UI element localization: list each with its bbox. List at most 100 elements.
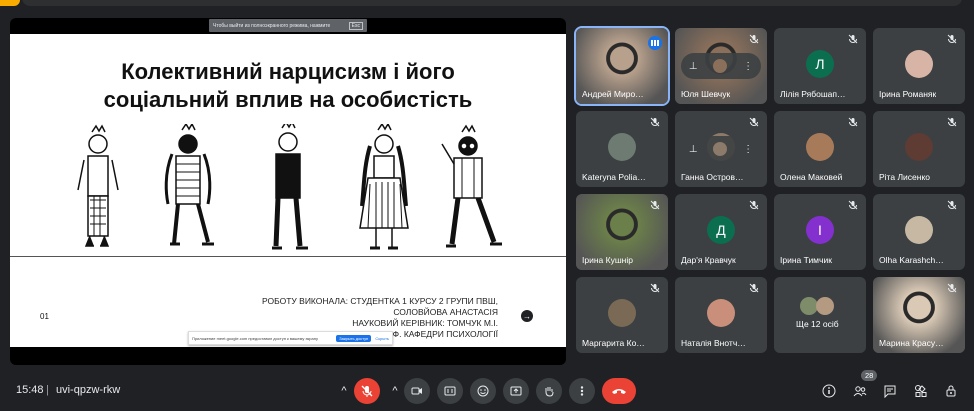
credits-line-2: СОЛОВЙОВА АНАСТАСІЯ (393, 307, 498, 317)
avatar: І (806, 216, 834, 244)
tile-more-icon[interactable]: ⋮ (743, 144, 753, 155)
meeting-info-button[interactable] (819, 381, 839, 401)
muted-mic-icon (650, 283, 662, 295)
audio-options-chevron-icon[interactable]: ^ (340, 378, 348, 404)
participant-tile[interactable]: Марина Красу… (873, 277, 965, 353)
participant-name: Рiта Лисенко (879, 172, 930, 182)
raise-hand-button[interactable] (536, 378, 562, 404)
mic-off-icon (361, 385, 373, 397)
tile-avatar-mini-icon (713, 142, 728, 156)
avatar (905, 50, 933, 78)
slide-next-arrow-icon[interactable]: → (521, 310, 533, 322)
chat-icon (884, 385, 896, 398)
tile-hover-controls[interactable]: ⊥ ⋮ (681, 53, 761, 79)
figure-5 (441, 124, 502, 248)
participant-tile[interactable]: Л Лілія Рябошап… (774, 28, 866, 104)
avatar (707, 299, 735, 327)
participant-tile[interactable]: І Ірина Тимчик (774, 194, 866, 270)
participant-name: Марина Красу… (879, 338, 944, 348)
screen-share-banner: Приложение meet.google.com предоставил д… (188, 331, 393, 345)
tile-hover-controls[interactable]: ⊥ ⋮ (681, 136, 761, 162)
credits-line-1: РОБОТУ ВИКОНАЛА: СТУДЕНТКА 1 КУРСУ 2 ГРУ… (262, 296, 498, 306)
speaking-indicator-icon (648, 36, 662, 50)
muted-mic-icon (947, 283, 959, 295)
figure-3 (272, 124, 308, 250)
participant-tile[interactable]: Ще 12 осіб (774, 277, 866, 353)
clock-separator: | (46, 384, 49, 396)
participant-name: Андрей Миро… (582, 89, 644, 99)
stop-sharing-button[interactable]: Закрыть доступ (336, 334, 372, 342)
hide-banner-link[interactable]: Скрыть (375, 336, 389, 341)
people-button[interactable] (850, 381, 870, 401)
more-participants-avatars (800, 297, 840, 317)
slide-title-line-1: Колективний нарцисизм і його (121, 59, 455, 84)
participant-tile[interactable]: Наталія Внотч… (675, 277, 767, 353)
presentation-area[interactable]: Чтобы выйти из полноэкранного режима, на… (10, 18, 566, 365)
participant-tile[interactable]: Olha Karashch… (873, 194, 965, 270)
people-icon (853, 386, 867, 397)
figure-1 (77, 124, 119, 247)
screen-share-banner-text: Приложение meet.google.com предоставил д… (192, 335, 318, 341)
muted-mic-icon (947, 117, 959, 129)
info-icon (822, 384, 836, 398)
muted-mic-icon (749, 34, 761, 46)
video-options-chevron-icon[interactable]: ^ (391, 378, 399, 404)
participant-tile[interactable]: Kateryna Polia… (576, 111, 668, 187)
host-controls-button[interactable] (941, 381, 961, 401)
fullscreen-hint: Чтобы выйти из полноэкранного режима, на… (209, 19, 367, 32)
participant-name: Ганна Остров… (681, 172, 744, 182)
captions-button[interactable] (437, 378, 463, 404)
avatar (608, 299, 636, 327)
participant-tile[interactable]: Маргарита Ко… (576, 277, 668, 353)
present-icon (510, 386, 522, 396)
pin-icon[interactable]: ⊥ (689, 144, 698, 155)
participant-tile[interactable]: Олена Маковей (774, 111, 866, 187)
slide-illustration (77, 124, 502, 250)
camera-icon (411, 387, 422, 395)
muted-mic-icon (749, 283, 761, 295)
present-button[interactable] (503, 378, 529, 404)
camera-button[interactable] (404, 378, 430, 404)
participant-count-badge: 28 (861, 370, 878, 381)
pin-icon[interactable]: ⊥ (689, 61, 698, 72)
participant-tile[interactable]: Андрей Миро… (574, 26, 670, 106)
participant-tile[interactable]: Д Дар'я Кравчук (675, 194, 767, 270)
participant-tile[interactable]: Ірина Романяк (873, 28, 965, 104)
avatar: Л (806, 50, 834, 78)
bottom-toolbar: 15:48 | uvi-qpzw-rkw ^ ^ (0, 370, 974, 411)
participant-name: Ірина Романяк (879, 89, 937, 99)
participant-tile[interactable]: Рiта Лисенко (873, 111, 965, 187)
emoji-icon (477, 385, 489, 397)
end-call-icon (612, 389, 626, 394)
muted-mic-icon (848, 34, 860, 46)
participant-tile[interactable]: ⊥ ⋮ Юля Шевчук (675, 28, 767, 104)
more-options-button[interactable] (569, 378, 595, 404)
slide-title: Колективний нарцисизм і його соціальний … (10, 58, 566, 114)
figure-2 (164, 124, 214, 246)
participant-tile[interactable]: Ірина Кушнір (576, 194, 668, 270)
fullscreen-hint-text: Чтобы выйти из полноэкранного режима, на… (213, 22, 331, 29)
tile-more-icon[interactable]: ⋮ (743, 61, 753, 72)
slide-canvas: Колективний нарцисизм і його соціальний … (10, 34, 566, 347)
activities-button[interactable] (911, 381, 931, 401)
participant-name: Маргарита Ко… (582, 338, 645, 348)
chat-button[interactable] (880, 381, 900, 401)
top-bar (0, 0, 974, 8)
participant-name: Дар'я Кравчук (681, 255, 736, 265)
end-call-button[interactable] (602, 378, 636, 404)
meeting-clock: 15:48 (16, 384, 44, 396)
participant-name: Ще 12 осіб (796, 319, 839, 329)
muted-mic-icon (749, 117, 761, 129)
slide-title-line-2: соціальний вплив на особистість (103, 87, 473, 112)
participant-name: Олена Маковей (780, 172, 843, 182)
participant-tile[interactable]: ⊥ ⋮ Ганна Остров… (675, 111, 767, 187)
emoji-button[interactable] (470, 378, 496, 404)
participant-name: Olha Karashch… (879, 255, 944, 265)
participant-name: Ірина Тимчик (780, 255, 832, 265)
slide-ground-line (10, 256, 566, 257)
participant-name: Юля Шевчук (681, 89, 731, 99)
top-bar-pill (22, 0, 962, 6)
meeting-code: uvi-qpzw-rkw (56, 384, 121, 396)
participant-name: Наталія Внотч… (681, 338, 746, 348)
mic-off-button[interactable] (354, 378, 380, 404)
